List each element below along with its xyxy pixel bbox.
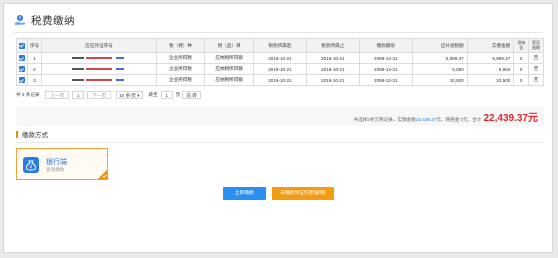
amount-due: 5,950 [411,63,468,75]
row-index: 2 [26,63,43,75]
page-size-select[interactable]: 10 条/页 ▾ [116,90,143,99]
checkbox-checked-icon [18,66,25,72]
select-all-checkbox[interactable] [16,38,28,53]
voucher-number-redacted [41,52,157,64]
late-fee: 0 [513,74,530,86]
tax-item: 应纳税所得额 [204,63,255,75]
summary-prefix: 共选择3条欠税记录，实缴金额 [353,117,416,122]
summary-mid: 元，网络金 0元，合计 [436,117,482,122]
goto-suffix: 页 [175,91,181,97]
bank-option-label: 银行端 [46,159,67,166]
deadline: 2099-12-31 [358,74,413,86]
goto-label: 跳至 [148,91,158,97]
bank-payment-option[interactable]: ¥ 银行端 查询缴款 [16,148,108,180]
overdue: 否 [528,52,544,64]
table-row[interactable]: 2 企业所得税 应纳税所得额 2019-10-21 2019-10-21 209… [16,63,544,75]
col-header: 税（品）目 [204,38,255,53]
section-marker [16,130,18,138]
header-divider [14,32,542,33]
tax-table: 序号 应征凭证序号 税（费）种 税（品）目 税款所属起 税款所属止 缴款期限 应… [16,38,544,86]
col-header: 是否逾期 [528,38,544,53]
row-index: 3 [26,74,43,86]
deadline: 2099-12-31 [358,52,413,64]
checkbox-checked-icon [18,55,25,61]
checkbox-checked-icon [18,77,25,83]
period-start: 2019-10-21 [253,63,307,75]
chevron-down-icon: ▾ [137,92,140,98]
next-page-button[interactable]: 下一页 [87,90,112,99]
tax-type: 企业所得税 [155,63,206,75]
amount-paid: 5,989.37 [466,52,515,64]
summary-bar: 共选择3条欠税记录，实缴金额 22,439.37 元，网络金 0元，合计 22,… [16,106,544,126]
amount-paid: 5,950 [466,63,515,75]
col-header: 滞纳金 [513,38,530,53]
period-start: 2019-10-21 [253,52,307,64]
void-voucher-button[interactable]: 未缴款凭证作废(解锁) [272,187,334,200]
deadline: 2099-12-31 [358,63,413,75]
summary-total: 22,439.37元 [483,113,539,124]
pagination: 共 3 条记录 上一页 1 下一页 10 条/页 ▾ 跳至 1 页 前 转 [16,90,201,99]
col-header: 税款所属止 [305,38,360,53]
period-end: 2019-10-21 [305,74,360,86]
col-header: 实缴金额 [466,38,515,53]
table-header-row: 序号 应征凭证序号 税（费）种 税（品）目 税款所属起 税款所属止 缴款期限 应… [16,38,544,53]
tax-type: 企业所得税 [155,74,206,86]
col-header: 应补退税额 [411,38,468,53]
table-row[interactable]: 1 企业所得税 应纳税所得额 2019-10-21 2019-10-21 209… [16,52,544,64]
main-panel: ¥ 税费缴纳 序号 应征凭证序号 税（费）种 税（品）目 税款所属起 税款所属止… [3,3,553,253]
amount-due: 5,989.37 [411,52,468,64]
total-records: 共 3 条记录 [16,91,40,97]
late-fee: 0 [513,63,530,75]
section-title-text: 缴款方式 [22,132,48,139]
amount-paid: 10,500 [466,74,515,86]
late-fee: 0 [513,52,530,64]
action-bar: 立即缴款 未缴款凭证作废(解锁) [4,187,552,201]
prev-page-button[interactable]: 上一页 [45,90,70,99]
summary-paid-amount: 22,439.37 [415,117,437,122]
tax-item: 应纳税所得额 [204,74,255,86]
page-header: ¥ 税费缴纳 [14,13,75,27]
bank-money-bag-icon: ¥ [23,157,39,173]
goto-input[interactable]: 1 [160,90,173,99]
col-header: 税款所属起 [253,38,307,53]
col-header: 序号 [26,38,43,53]
coin-hand-icon: ¥ [14,14,26,26]
row-checkbox[interactable] [16,63,28,75]
voucher-number-redacted [41,74,157,86]
tax-type: 企业所得税 [155,52,206,64]
pay-now-button[interactable]: 立即缴款 [223,187,266,200]
row-checkbox[interactable] [16,74,28,86]
table-row[interactable]: 3 企业所得税 应纳税所得额 2019-10-21 2019-10-21 209… [16,74,544,86]
tax-item: 应纳税所得额 [204,52,255,64]
period-end: 2019-10-21 [305,52,360,64]
redacted-text [70,56,128,60]
row-checkbox[interactable] [16,52,28,64]
period-end: 2019-10-21 [305,63,360,75]
goto-confirm-button[interactable]: 前 转 [182,90,201,99]
redacted-text [70,67,128,71]
voucher-number-redacted [41,63,157,75]
col-header: 应征凭证序号 [41,38,157,53]
row-index: 1 [26,52,43,64]
overdue: 否 [528,74,544,86]
overdue: 否 [528,63,544,75]
svg-text:¥: ¥ [30,165,33,170]
bank-option-subtitle: 查询缴款 [46,167,65,172]
redacted-text [70,78,128,82]
page-title: 税费缴纳 [31,14,75,27]
current-page[interactable]: 1 [72,90,85,99]
checkbox-checked-icon [18,42,25,49]
payment-summary: 共选择3条欠税记录，实缴金额 22,439.37 元，网络金 0元，合计 22,… [354,109,538,124]
col-header: 税（费）种 [155,38,206,53]
col-header: 缴款期限 [358,38,413,53]
svg-text:¥: ¥ [19,16,22,21]
period-start: 2019-10-21 [253,74,307,86]
amount-due: 10,500 [411,74,468,86]
page-size-value: 10 条/页 [119,92,136,98]
section-divider [16,142,542,143]
payment-method-heading: 缴款方式 [16,130,48,139]
